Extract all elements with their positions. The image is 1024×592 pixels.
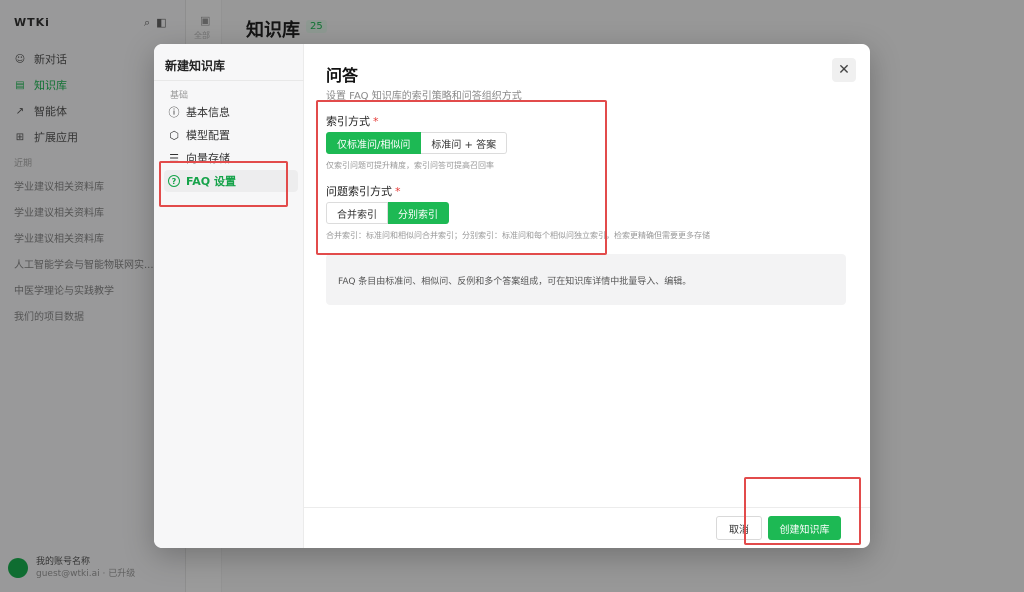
dialog-nav-basic-info[interactable]: ⓘ 基本信息 — [164, 101, 298, 123]
dialog-nav-label: 模型配置 — [186, 129, 230, 142]
question-index-option-merged[interactable]: 合并索引 — [326, 202, 388, 224]
dialog-content: 问答 设置 FAQ 知识库的索引策略和问答组织方式 ✕ 索引方式 * 仅标准问/相… — [304, 44, 870, 548]
dialog-nav-label: 向量存储 — [186, 152, 230, 165]
index-mode-selector: 仅标准问/相似问 标准问 + 答案 — [326, 132, 508, 154]
dialog-nav-faq-settings[interactable]: ? FAQ 设置 — [164, 170, 298, 192]
create-knowledge-base-button[interactable]: 创建知识库 — [768, 516, 841, 540]
dialog-nav-model-config[interactable]: ⬡ 模型配置 — [164, 124, 298, 146]
create-knowledge-base-dialog: 新建知识库 基础 ⓘ 基本信息 ⬡ 模型配置 ☰ 向量存储 ? FAQ 设置 问… — [154, 44, 870, 548]
database-icon: ☰ — [169, 151, 179, 165]
index-mode-option-question-answer[interactable]: 标准问 + 答案 — [421, 132, 508, 154]
close-icon: ✕ — [838, 62, 850, 78]
section-label: 基础 — [170, 91, 189, 101]
faq-info-text: FAQ 条目由标准问、相似问、反例和多个答案组成，可在知识库详情中批量导入、编辑… — [338, 277, 692, 287]
index-mode-option-question-only[interactable]: 仅标准问/相似问 — [326, 132, 422, 154]
dialog-nav-label: FAQ 设置 — [186, 175, 236, 188]
required-marker: * — [395, 185, 401, 198]
question-index-mode-hint: 合并索引：标准问和相似问合并索引；分别索引：标准问和每个相似问独立索引，检索更精… — [326, 231, 710, 240]
close-button[interactable]: ✕ — [832, 58, 856, 82]
footer-divider — [304, 507, 870, 508]
dialog-nav-vector-storage[interactable]: ☰ 向量存储 — [164, 147, 298, 169]
help-circle-icon: ? — [168, 175, 180, 187]
index-mode-label: 索引方式 * — [326, 113, 379, 129]
content-subtitle: 设置 FAQ 知识库的索引策略和问答组织方式 — [326, 91, 522, 102]
dialog-nav-label: 基本信息 — [186, 106, 230, 119]
cancel-button[interactable]: 取消 — [716, 516, 762, 540]
index-mode-hint: 仅索引问题可提升精度，索引问答可提高召回率 — [326, 161, 494, 170]
question-index-mode-selector: 合并索引 分别索引 — [326, 202, 449, 224]
question-index-mode-label: 问题索引方式 * — [326, 183, 401, 199]
question-index-option-separate[interactable]: 分别索引 — [388, 202, 449, 224]
dialog-title: 新建知识库 — [165, 59, 226, 73]
cube-icon: ⬡ — [169, 128, 179, 142]
content-title: 问答 — [326, 66, 359, 85]
divider — [154, 80, 304, 81]
info-icon: ⓘ — [168, 106, 180, 119]
dialog-sidebar: 新建知识库 基础 ⓘ 基本信息 ⬡ 模型配置 ☰ 向量存储 ? FAQ 设置 — [154, 44, 304, 548]
required-marker: * — [373, 115, 379, 128]
field-label-text: 问题索引方式 — [326, 185, 392, 198]
field-label-text: 索引方式 — [326, 115, 370, 128]
faq-info-box: FAQ 条目由标准问、相似问、反例和多个答案组成，可在知识库详情中批量导入、编辑… — [326, 254, 846, 305]
